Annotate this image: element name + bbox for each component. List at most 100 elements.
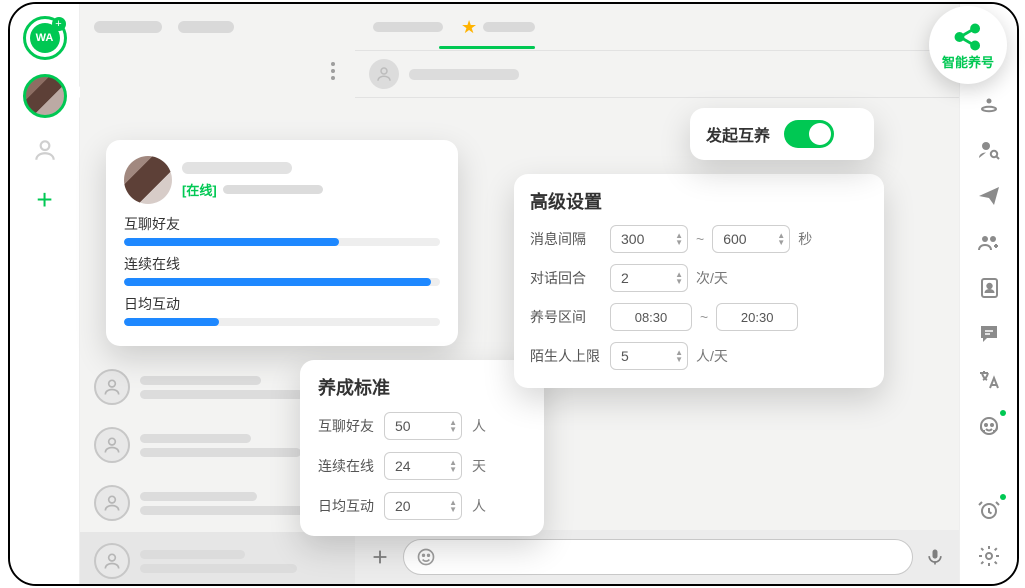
range-separator: ~ [696,231,704,247]
translate-icon[interactable] [975,366,1003,394]
time-from-input[interactable]: 08:30 [610,303,692,331]
location-icon[interactable] [975,90,1003,118]
stat-label: 日均互动 [124,294,440,314]
stat-bar-fill [124,238,339,246]
dialog-value: 2 [621,270,629,286]
app-logo[interactable]: WA + [23,16,67,60]
standards-title: 养成标准 [318,374,526,400]
standard-row: 日均互动 20▲▼ 人 [318,492,526,520]
smart-nurture-badge[interactable]: 智能养号 [929,6,1007,84]
stranger-value: 5 [621,348,629,364]
profile-status: [在线] [182,180,217,199]
stat-row: 日均互动 [124,294,440,326]
conversation-title-placeholder [409,69,519,80]
interval-min-stepper[interactable]: 300▲▼ [610,225,688,253]
dialog-label: 对话回合 [530,268,602,288]
advanced-title: 高级设置 [530,188,868,214]
standard-label: 连续在线 [318,456,374,476]
nurture-standards-card: 养成标准 互聊好友 50▲▼ 人 连续在线 24▲▼ 天 日均互动 20▲▼ 人 [300,360,544,536]
stranger-stepper[interactable]: 5▲▼ [610,342,688,370]
interval-min-value: 300 [621,231,644,247]
stat-label: 连续在线 [124,254,440,274]
standard-unit: 人 [472,496,486,516]
stat-bar-fill [124,278,431,286]
emoji-icon [416,547,436,567]
advanced-row-dialog: 对话回合 2▲▼ 次/天 [530,264,868,292]
start-mutual-nurture-card: 发起互养 [690,108,874,160]
advanced-row-time-range: 养号区间 08:30 ~ 20:30 [530,303,868,331]
standard-stepper[interactable]: 20▲▼ [384,492,462,520]
conversation-tab[interactable] [373,22,443,32]
standard-stepper[interactable]: 50▲▼ [384,412,462,440]
contact-book-icon[interactable] [975,274,1003,302]
chat-item-avatar-icon [94,485,130,521]
chat-list-item[interactable] [80,532,355,586]
group-icon[interactable] [975,228,1003,256]
standard-label: 日均互动 [318,496,374,516]
chat-list-toolbar [80,50,355,92]
message-input[interactable] [403,539,913,575]
stat-row: 连续在线 [124,254,440,286]
chat-item-avatar-icon [94,543,130,579]
active-tab-underline [439,46,535,49]
time-range-label: 养号区间 [530,307,602,327]
stat-row: 互聊好友 [124,214,440,246]
interval-max-stepper[interactable]: 600▲▼ [712,225,790,253]
stat-bar [124,278,440,286]
send-icon[interactable] [975,182,1003,210]
interval-unit: 秒 [798,229,812,249]
profile-name-placeholder [182,162,292,174]
voice-button[interactable] [925,547,945,567]
standard-unit: 人 [472,416,486,436]
add-account-button[interactable]: + [27,182,63,218]
standard-unit: 天 [472,456,486,476]
star-icon: ★ [461,17,477,38]
attach-button[interactable] [369,546,391,568]
profile-avatar [124,156,172,204]
alarm-icon[interactable] [975,496,1003,524]
tab-placeholder[interactable] [178,21,234,33]
advanced-row-stranger: 陌生人上限 5▲▼ 人/天 [530,342,868,370]
advanced-row-interval: 消息间隔 300▲▼ ~ 600▲▼ 秒 [530,225,868,253]
logo-plus-icon: + [52,17,66,31]
message-input-bar [355,530,959,584]
chat-list-tabs [80,4,355,50]
conversation-tab-starred[interactable]: ★ [461,17,535,38]
standard-label: 互聊好友 [318,416,374,436]
settings-icon[interactable] [975,542,1003,570]
stat-bar [124,318,440,326]
support-icon[interactable] [975,412,1003,440]
stat-bar-fill [124,318,219,326]
account-avatar[interactable] [23,74,67,118]
conversation-header [355,50,959,98]
contacts-icon[interactable] [27,132,63,168]
interval-max-value: 600 [723,231,746,247]
standard-row: 连续在线 24▲▼ 天 [318,452,526,480]
standard-value: 24 [395,458,411,474]
standard-value: 50 [395,418,411,434]
stranger-label: 陌生人上限 [530,346,602,366]
profile-stats-card: [在线] 互聊好友 连续在线 日均互动 [106,140,458,346]
dialog-unit: 次/天 [696,268,728,288]
conversation-tabs: ★ [355,4,959,50]
standard-value: 20 [395,498,411,514]
conversation-avatar-icon [369,59,399,89]
tab-placeholder[interactable] [94,21,162,33]
stat-bar [124,238,440,246]
mutual-nurture-toggle[interactable] [784,120,834,148]
time-to-input[interactable]: 20:30 [716,303,798,331]
chat-icon[interactable] [975,320,1003,348]
range-separator: ~ [700,309,708,325]
chat-item-avatar-icon [94,427,130,463]
more-options-button[interactable] [321,62,345,80]
toggle-label: 发起互养 [706,122,770,146]
right-tool-rail [959,4,1017,584]
search-contact-icon[interactable] [975,136,1003,164]
dialog-stepper[interactable]: 2▲▼ [610,264,688,292]
left-rail: WA + + [10,4,80,584]
profile-subtext-placeholder [223,185,323,194]
standard-stepper[interactable]: 24▲▼ [384,452,462,480]
stranger-unit: 人/天 [696,346,728,366]
standard-row: 互聊好友 50▲▼ 人 [318,412,526,440]
advanced-settings-card: 高级设置 消息间隔 300▲▼ ~ 600▲▼ 秒 对话回合 2▲▼ 次/天 养… [514,174,884,388]
